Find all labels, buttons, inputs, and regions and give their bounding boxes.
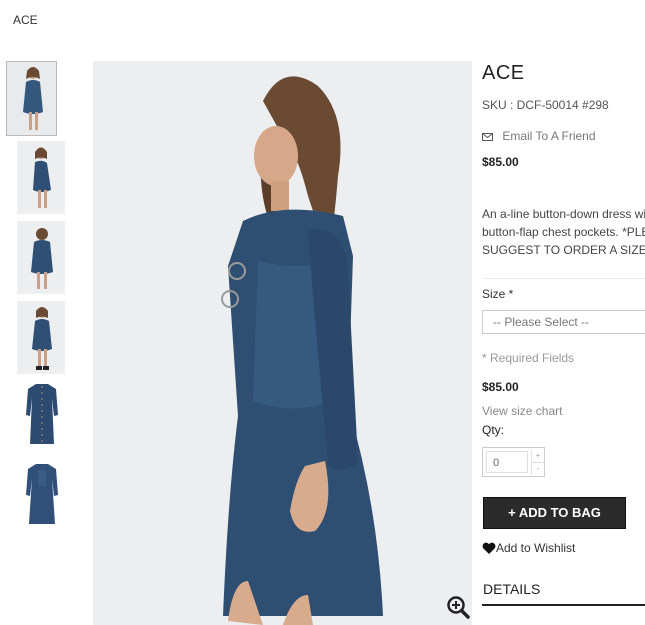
qty-input[interactable]: 0 xyxy=(486,451,528,473)
details-underline xyxy=(482,604,645,606)
thumbnail-flat-dress-image xyxy=(18,380,64,451)
thumbnail-5[interactable] xyxy=(17,379,65,452)
qty-label: Qty: xyxy=(482,423,505,437)
quantity-stepper: 0 + - xyxy=(482,447,545,477)
thumbnail-1[interactable] xyxy=(6,61,57,136)
plus-icon: + xyxy=(508,505,516,520)
required-fields-note: * Required Fields xyxy=(482,351,575,365)
thumbnail-flat-dress-image xyxy=(18,460,64,531)
heart-icon xyxy=(482,542,496,554)
wishlist-label[interactable]: Add to Wishlist xyxy=(496,541,575,555)
thumbnail-3[interactable] xyxy=(17,221,65,294)
add-to-bag-button[interactable]: + ADD TO BAG xyxy=(483,497,626,529)
product-price-secondary: $85.00 xyxy=(482,380,519,394)
thumbnail-6[interactable] xyxy=(17,459,65,532)
main-product-image[interactable] xyxy=(93,61,472,625)
email-friend-link[interactable]: Email To A Friend xyxy=(482,129,596,143)
divider xyxy=(482,278,645,279)
email-friend-label[interactable]: Email To A Friend xyxy=(502,129,595,143)
thumbnail-2[interactable] xyxy=(17,141,65,214)
size-label: Size * xyxy=(482,287,514,301)
size-chart-link[interactable]: View size chart xyxy=(482,404,562,418)
size-select[interactable]: -- Please Select -- xyxy=(482,310,645,334)
thumbnail-dress-image xyxy=(18,142,64,213)
chevron-down-icon[interactable]: - xyxy=(531,462,544,475)
thumbnail-dress-image xyxy=(18,302,64,373)
description-line: An a-line button-down dress wi xyxy=(482,207,645,221)
thumbnail-dress-image xyxy=(18,222,64,293)
add-to-bag-label: ADD TO BAG xyxy=(518,505,601,520)
description-line: button-flap chest pockets. *PLE xyxy=(482,225,645,239)
product-title: ACE xyxy=(482,62,525,84)
product-description: An a-line button-down dress wi button-fl… xyxy=(482,205,645,259)
product-price: $85.00 xyxy=(482,155,519,169)
product-sku: SKU : DCF-50014 #298 xyxy=(482,98,609,112)
envelope-icon xyxy=(482,132,493,141)
description-line: SUGGEST TO ORDER A SIZE xyxy=(482,243,645,257)
zoom-in-icon[interactable] xyxy=(446,595,470,619)
breadcrumb[interactable]: ACE xyxy=(13,13,38,27)
thumbnail-dress-image xyxy=(7,62,56,135)
chevron-up-icon[interactable]: + xyxy=(531,450,544,462)
tab-details[interactable]: DETAILS xyxy=(483,581,540,597)
thumbnail-4[interactable] xyxy=(17,301,65,374)
model-denim-dress-image xyxy=(93,61,472,625)
add-to-wishlist-link[interactable]: Add to Wishlist xyxy=(482,541,575,555)
